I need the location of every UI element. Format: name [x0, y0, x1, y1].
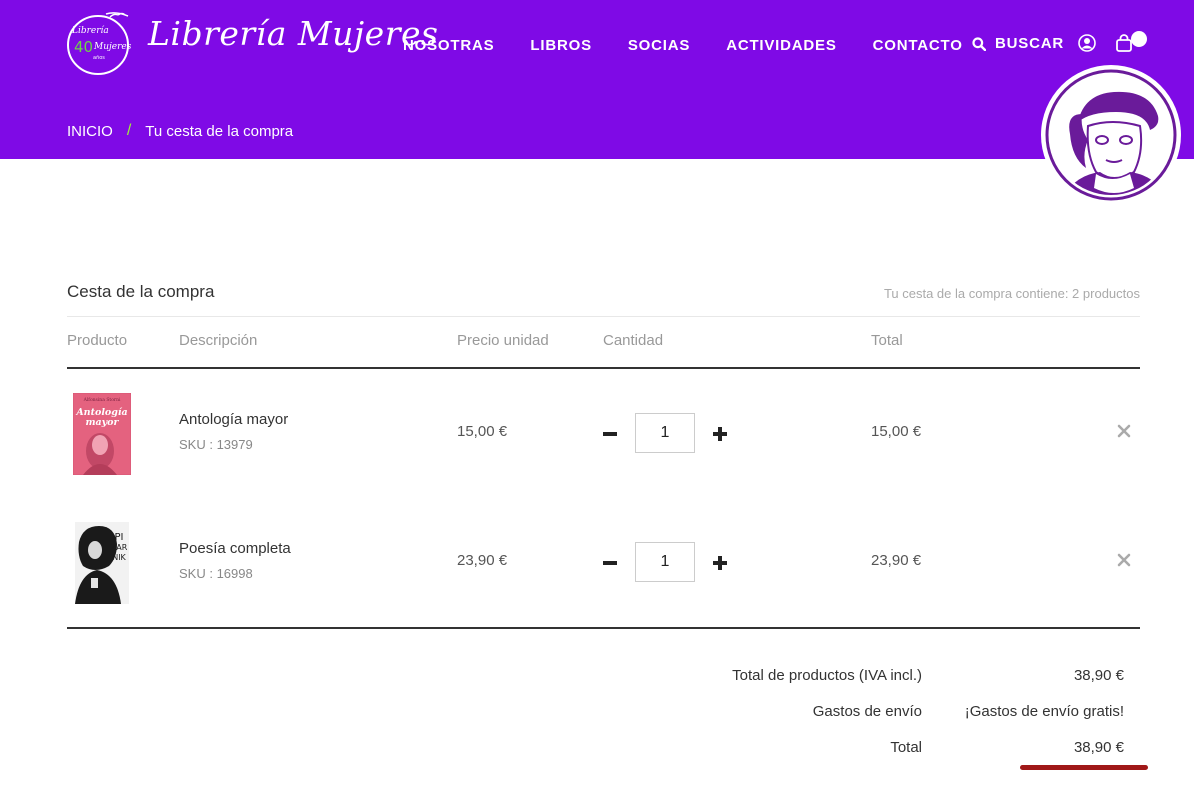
product-name-link[interactable]: Poesía completa — [179, 540, 291, 557]
table-top-divider — [67, 367, 1140, 369]
breadcrumb-separator: / — [126, 122, 132, 139]
divider — [67, 316, 1140, 317]
column-header-unit-price: Precio unidad — [457, 332, 549, 349]
nav-nosotras[interactable]: NOSOTRAS — [403, 37, 494, 54]
product-line-total: 23,90 € — [871, 552, 922, 569]
increase-quantity-button[interactable] — [713, 427, 727, 441]
column-header-description: Descripción — [179, 332, 258, 349]
logo-badge-year-text: años — [93, 55, 105, 61]
total-underline — [1020, 765, 1148, 770]
cart-row: PI ZAR NIK Poesía completa SKU : 16998 2… — [0, 507, 1194, 617]
nav-socias[interactable]: SOCIAS — [628, 37, 690, 54]
cart-row: Alfonsina Storni Antología mayor Antolog… — [0, 378, 1194, 488]
product-sku: SKU : 16998 — [179, 566, 253, 581]
book-cover-image[interactable]: PI ZAR NIK — [75, 522, 129, 604]
cart-badge-dot — [1131, 31, 1147, 47]
user-account-icon[interactable] — [1078, 34, 1096, 52]
search-icon — [972, 36, 986, 51]
breadcrumb: INICIO / Tu cesta de la compra — [67, 122, 293, 140]
grand-total-label: Total — [890, 739, 922, 756]
nav-libros[interactable]: LIBROS — [530, 37, 591, 54]
quantity-input[interactable]: 1 — [635, 542, 695, 582]
cart-title: Cesta de la compra — [67, 282, 215, 301]
column-header-total: Total — [871, 332, 903, 349]
search-button[interactable]: BUSCAR — [972, 35, 1064, 52]
logo-badge-number: 40 — [74, 38, 93, 56]
increase-quantity-button[interactable] — [713, 556, 727, 570]
column-header-quantity: Cantidad — [603, 332, 664, 349]
nav-actividades[interactable]: ACTIVIDADES — [726, 37, 836, 54]
product-unit-price: 23,90 € — [457, 552, 508, 569]
product-sku: SKU : 13979 — [179, 437, 253, 452]
cart-count-text: Tu cesta de la compra contiene: 2 produc… — [883, 286, 1140, 301]
logo-wordmark: Librería Mujeres — [148, 14, 439, 53]
products-total-value: 38,90 € — [1073, 667, 1124, 684]
quantity-input[interactable]: 1 — [635, 413, 695, 453]
product-unit-price: 15,00 € — [457, 423, 508, 440]
book-cover-image[interactable]: Alfonsina Storni Antología mayor — [73, 393, 131, 475]
main-nav: NOSOTRAS LIBROS SOCIAS ACTIVIDADES CONTA… — [403, 35, 999, 55]
shipping-label: Gastos de envío — [812, 703, 922, 720]
products-total-label: Total de productos (IVA incl.) — [732, 667, 922, 684]
breadcrumb-home[interactable]: INICIO — [67, 123, 113, 140]
shipping-value: ¡Gastos de envío gratis! — [964, 703, 1124, 720]
remove-item-icon[interactable] — [1117, 553, 1131, 567]
logo-badge-bottom-text: Mujeres — [93, 42, 132, 52]
book-cover-author: Alfonsina Storni — [83, 397, 121, 403]
grand-total-value: 38,90 € — [1073, 739, 1124, 756]
site-header: Librería 40 Mujeres años Librería Mujere… — [0, 0, 1194, 159]
book-cover-title-line-2: mayor — [85, 417, 119, 428]
logo-badge-icon: Librería 40 Mujeres años — [67, 12, 132, 75]
logo-badge-top-text: Librería — [71, 25, 109, 36]
book-cover-line-1: PI — [115, 532, 124, 543]
book-cover-line-3: NIK — [112, 553, 126, 562]
decrease-quantity-button[interactable] — [603, 561, 617, 565]
search-label: BUSCAR — [995, 35, 1064, 52]
product-name-link[interactable]: Antología mayor — [179, 411, 288, 428]
table-bottom-divider — [67, 627, 1140, 629]
decrease-quantity-button[interactable] — [603, 432, 617, 436]
nav-contacto[interactable]: CONTACTO — [873, 37, 963, 54]
product-line-total: 15,00 € — [871, 423, 922, 440]
breadcrumb-current: Tu cesta de la compra — [145, 122, 294, 140]
site-logo[interactable]: Librería 40 Mujeres años Librería Mujere… — [66, 10, 438, 76]
remove-item-icon[interactable] — [1117, 424, 1131, 438]
column-header-product: Producto — [67, 332, 128, 349]
book-cover-line-2: ZAR — [111, 543, 128, 552]
author-portrait-seal — [1041, 65, 1181, 205]
